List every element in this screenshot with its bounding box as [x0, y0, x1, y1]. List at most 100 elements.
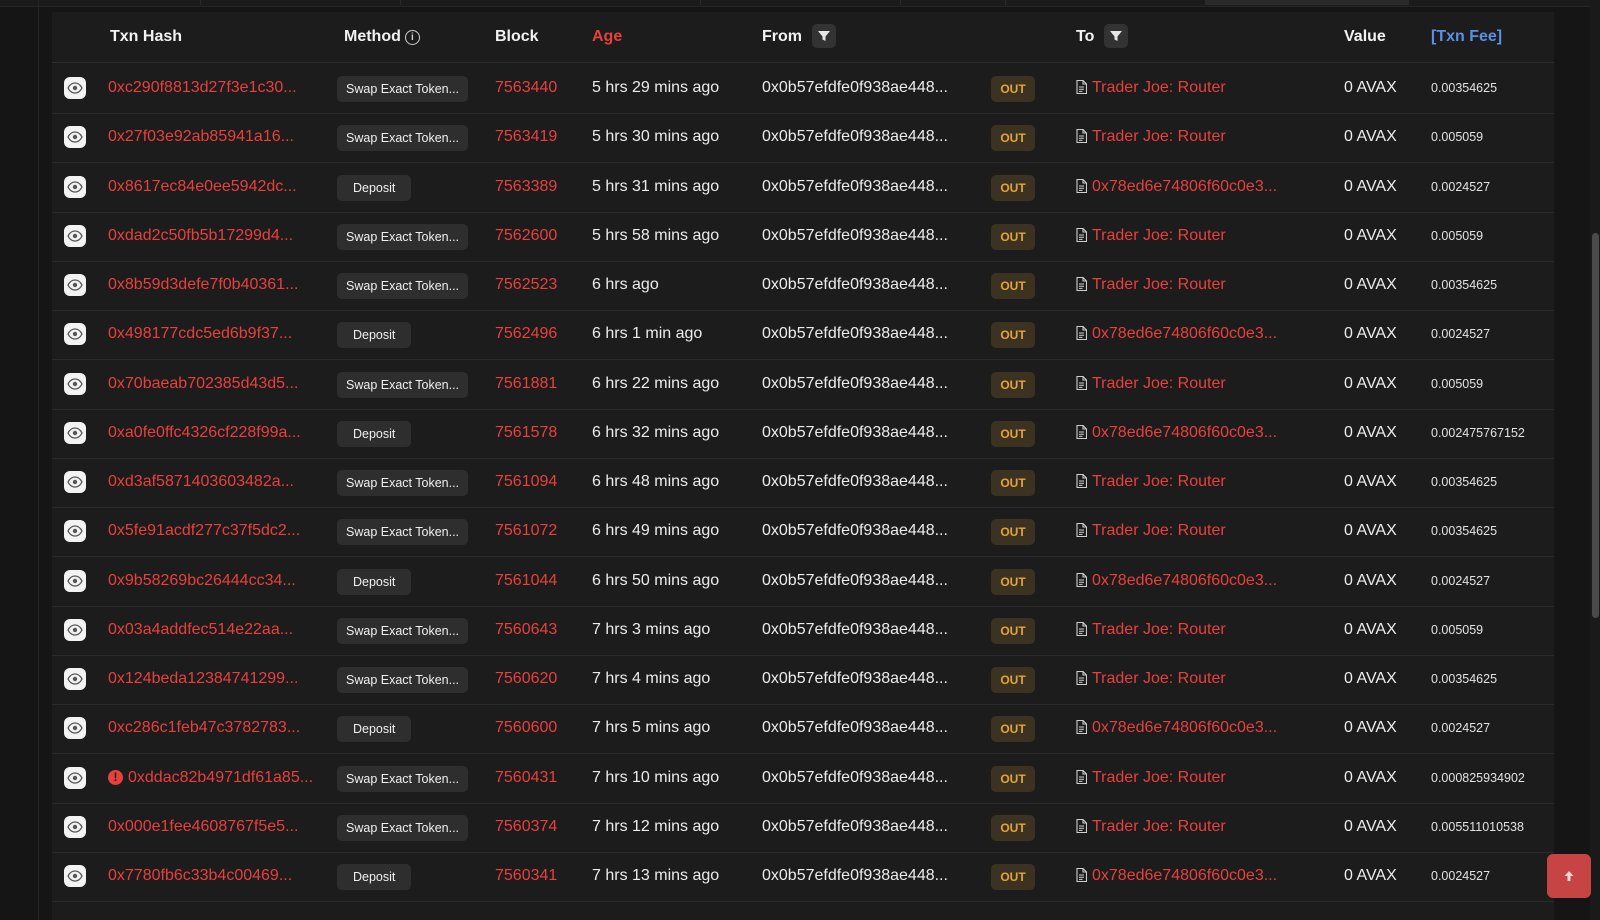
from-filter-icon[interactable] — [812, 23, 836, 48]
to-address-link[interactable]: Trader Joe: Router — [1076, 63, 1226, 113]
to-address-link[interactable]: Trader Joe: Router — [1076, 359, 1226, 409]
view-details-eye-icon[interactable] — [64, 175, 86, 198]
block-link[interactable]: 7560600 — [495, 703, 557, 753]
view-details-eye-icon[interactable] — [64, 668, 86, 690]
txn-hash-link[interactable]: 0xc290f8813d27f3e1c30... — [108, 63, 297, 113]
block-link[interactable]: 7561578 — [495, 408, 557, 458]
view-details-eye-icon[interactable] — [64, 274, 86, 296]
from-address[interactable]: 0x0b57efdfe0f938ae448... — [762, 408, 948, 458]
txn-hash-text: 0x124beda12384741299... — [108, 670, 299, 687]
from-address[interactable]: 0x0b57efdfe0f938ae448... — [762, 63, 948, 113]
to-address-link[interactable]: 0x78ed6e74806f60c0e3... — [1076, 162, 1277, 212]
txn-hash-link[interactable]: 0xc286c1feb47c3782783... — [108, 703, 300, 753]
to-address-link[interactable]: Trader Joe: Router — [1076, 802, 1226, 852]
back-to-top-button[interactable] — [1547, 854, 1591, 898]
view-details-eye-icon[interactable] — [64, 471, 86, 493]
txn-hash-link[interactable]: 0x9b58269bc26444cc34... — [108, 556, 296, 606]
from-address[interactable]: 0x0b57efdfe0f938ae448... — [762, 457, 948, 507]
top-tab-segment[interactable] — [900, 0, 1006, 5]
block-link[interactable]: 7561044 — [495, 556, 557, 606]
view-details-eye-icon[interactable] — [64, 569, 86, 592]
txn-hash-link[interactable]: 0x70baeab702385d43d5... — [108, 359, 298, 409]
to-address-link[interactable]: Trader Joe: Router — [1076, 457, 1226, 507]
from-address[interactable]: 0x0b57efdfe0f938ae448... — [762, 112, 948, 162]
block-link[interactable]: 7560620 — [495, 654, 557, 704]
from-address[interactable]: 0x0b57efdfe0f938ae448... — [762, 309, 948, 359]
view-details-eye-icon[interactable] — [64, 323, 86, 346]
from-address[interactable]: 0x0b57efdfe0f938ae448... — [762, 802, 948, 852]
view-details-eye-icon[interactable] — [64, 766, 86, 789]
to-address-link[interactable]: 0x78ed6e74806f60c0e3... — [1076, 851, 1277, 901]
top-tab-segment[interactable] — [200, 0, 401, 5]
from-address[interactable]: 0x0b57efdfe0f938ae448... — [762, 211, 948, 261]
to-address-link[interactable]: Trader Joe: Router — [1076, 605, 1226, 655]
to-address-link[interactable]: 0x78ed6e74806f60c0e3... — [1076, 703, 1277, 753]
top-tab-segment[interactable] — [1005, 0, 1206, 5]
top-tab-segment[interactable] — [700, 0, 901, 5]
block-link[interactable]: 7561881 — [495, 359, 557, 409]
txn-hash-link[interactable]: 0x8617ec84e0ee5942dc... — [108, 162, 297, 212]
view-details-eye-icon[interactable] — [64, 865, 86, 887]
view-details-eye-icon[interactable] — [64, 618, 86, 641]
block-link[interactable]: 7560431 — [495, 753, 557, 803]
txn-hash-link[interactable]: 0xdad2c50fb5b17299d4... — [108, 211, 293, 261]
column-txn-fee-toggle[interactable]: [Txn Fee] — [1431, 12, 1502, 62]
block-link[interactable]: 7563419 — [495, 112, 557, 162]
to-address-link[interactable]: Trader Joe: Router — [1076, 260, 1226, 310]
txn-hash-link[interactable]: 0xa0fe0ffc4326cf228f99a... — [108, 408, 301, 458]
from-address[interactable]: 0x0b57efdfe0f938ae448... — [762, 654, 948, 704]
view-details-eye-icon[interactable] — [64, 224, 86, 247]
view-details-eye-icon[interactable] — [64, 815, 86, 838]
view-details-eye-icon[interactable] — [64, 372, 86, 395]
block-link[interactable]: 7563440 — [495, 63, 557, 113]
block-link[interactable]: 7560341 — [495, 851, 557, 901]
to-address-link[interactable]: Trader Joe: Router — [1076, 506, 1226, 556]
view-details-eye-icon[interactable] — [64, 126, 86, 149]
to-filter-icon[interactable] — [1104, 23, 1129, 48]
txn-hash-link[interactable]: 0x8b59d3defe7f0b40361... — [108, 260, 298, 310]
txn-hash-link[interactable]: 0x5fe91acdf277c37f5dc2... — [108, 506, 300, 556]
from-address[interactable]: 0x0b57efdfe0f938ae448... — [762, 753, 948, 803]
from-address[interactable]: 0x0b57efdfe0f938ae448... — [762, 703, 948, 753]
top-tab-segment-active[interactable] — [1205, 0, 1409, 5]
block-link[interactable]: 7562496 — [495, 309, 557, 359]
txn-hash-link[interactable]: ! 0xddac82b4971df61a85... — [108, 753, 313, 803]
from-address[interactable]: 0x0b57efdfe0f938ae448... — [762, 605, 948, 655]
txn-hash-link[interactable]: 0x03a4addfec514e22aa... — [108, 605, 293, 655]
to-address-link[interactable]: 0x78ed6e74806f60c0e3... — [1076, 556, 1277, 606]
txn-hash-link[interactable]: 0x124beda12384741299... — [108, 654, 298, 704]
from-address[interactable]: 0x0b57efdfe0f938ae448... — [762, 506, 948, 556]
to-address-link[interactable]: 0x78ed6e74806f60c0e3... — [1076, 309, 1277, 359]
scrollbar-thumb[interactable] — [1592, 233, 1599, 618]
block-link[interactable]: 7561072 — [495, 506, 557, 556]
top-tab-segment[interactable] — [400, 0, 701, 5]
txn-hash-link[interactable]: 0x7780fb6c33b4c00469... — [108, 851, 292, 901]
from-address[interactable]: 0x0b57efdfe0f938ae448... — [762, 851, 948, 901]
to-address-link[interactable]: Trader Joe: Router — [1076, 753, 1226, 803]
to-address-link[interactable]: Trader Joe: Router — [1076, 654, 1226, 704]
from-address[interactable]: 0x0b57efdfe0f938ae448... — [762, 162, 948, 212]
block-link[interactable]: 7561094 — [495, 457, 557, 507]
block-link[interactable]: 7562523 — [495, 260, 557, 310]
to-address-link[interactable]: Trader Joe: Router — [1076, 211, 1226, 261]
from-address[interactable]: 0x0b57efdfe0f938ae448... — [762, 556, 948, 606]
block-link[interactable]: 7560374 — [495, 802, 557, 852]
block-link[interactable]: 7562600 — [495, 211, 557, 261]
txn-hash-link[interactable]: 0xd3af5871403603482a... — [108, 457, 294, 507]
column-age-toggle[interactable]: Age — [592, 12, 622, 62]
block-link[interactable]: 7560643 — [495, 605, 557, 655]
txn-hash-link[interactable]: 0x498177cdc5ed6b9f37... — [108, 309, 292, 359]
from-address[interactable]: 0x0b57efdfe0f938ae448... — [762, 359, 948, 409]
block-link[interactable]: 7563389 — [495, 162, 557, 212]
view-details-eye-icon[interactable] — [64, 717, 86, 740]
view-details-eye-icon[interactable] — [64, 77, 86, 99]
txn-hash-link[interactable]: 0x000e1fee4608767f5e5... — [108, 802, 298, 852]
view-details-eye-icon[interactable] — [64, 520, 86, 543]
top-tab-segment[interactable] — [0, 0, 201, 5]
txn-hash-link[interactable]: 0x27f03e92ab85941a16... — [108, 112, 294, 162]
info-icon[interactable]: i — [404, 30, 420, 45]
to-address-link[interactable]: Trader Joe: Router — [1076, 112, 1226, 162]
view-details-eye-icon[interactable] — [64, 421, 86, 444]
from-address[interactable]: 0x0b57efdfe0f938ae448... — [762, 260, 948, 310]
to-address-link[interactable]: 0x78ed6e74806f60c0e3... — [1076, 408, 1277, 458]
